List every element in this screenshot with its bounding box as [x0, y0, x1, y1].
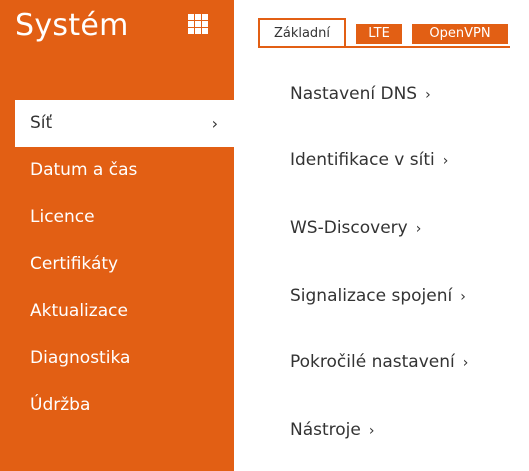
sidebar-item-label: Diagnostika [30, 348, 131, 368]
page-title: Systém [15, 8, 129, 43]
link-label: Pokročilé nastavení [290, 352, 455, 372]
sidebar: Systém Síť › Datum a čas Licence Certifi… [0, 0, 234, 471]
sidebar-item-aktualizace[interactable]: Aktualizace [0, 288, 234, 335]
link-ws-discovery[interactable]: WS-Discovery › [290, 218, 421, 238]
link-nastaveni-dns[interactable]: Nastavení DNS › [290, 84, 431, 104]
link-label: Nástroje [290, 420, 361, 440]
sidebar-item-diagnostika[interactable]: Diagnostika [0, 335, 234, 382]
link-nastroje[interactable]: Nástroje › [290, 420, 374, 440]
link-label: Nastavení DNS [290, 84, 418, 104]
sidebar-item-label: Síť [30, 113, 53, 133]
grid-icon[interactable] [188, 14, 208, 34]
sidebar-item-label: Údržba [30, 395, 91, 415]
sidebar-item-label: Datum a čas [30, 160, 138, 180]
chevron-right-icon: › [211, 114, 218, 133]
tab-openvpn[interactable]: OpenVPN [412, 24, 508, 44]
sidebar-item-licence[interactable]: Licence [0, 194, 234, 241]
tab-zakladni[interactable]: Základní [258, 18, 346, 46]
sidebar-item-certifikaty[interactable]: Certifikáty [0, 241, 234, 288]
link-label: WS-Discovery [290, 218, 408, 238]
sidebar-item-sit[interactable]: Síť › [15, 100, 234, 147]
sidebar-item-label: Licence [30, 207, 95, 227]
chevron-right-icon: › [462, 355, 469, 371]
sidebar-item-datum-a-cas[interactable]: Datum a čas [0, 147, 234, 194]
chevron-right-icon: › [415, 221, 422, 237]
sidebar-item-label: Certifikáty [30, 254, 119, 274]
sidebar-nav: Síť › Datum a čas Licence Certifikáty Ak… [0, 100, 234, 429]
link-identifikace-v-siti[interactable]: Identifikace v síti › [290, 150, 448, 170]
link-label: Signalizace spojení [290, 286, 453, 306]
sidebar-item-label: Aktualizace [30, 301, 128, 321]
tab-lte[interactable]: LTE [356, 24, 402, 44]
chevron-right-icon: › [425, 87, 431, 103]
tab-underline [258, 46, 510, 48]
chevron-right-icon: › [460, 289, 466, 305]
chevron-right-icon: › [442, 153, 449, 169]
link-pokrocile-nastaveni[interactable]: Pokročilé nastavení › [290, 352, 468, 372]
chevron-right-icon: › [368, 423, 375, 439]
sidebar-item-udrzba[interactable]: Údržba [0, 382, 234, 429]
link-label: Identifikace v síti [290, 150, 435, 170]
link-signalizace-spojeni[interactable]: Signalizace spojení › [290, 286, 466, 306]
